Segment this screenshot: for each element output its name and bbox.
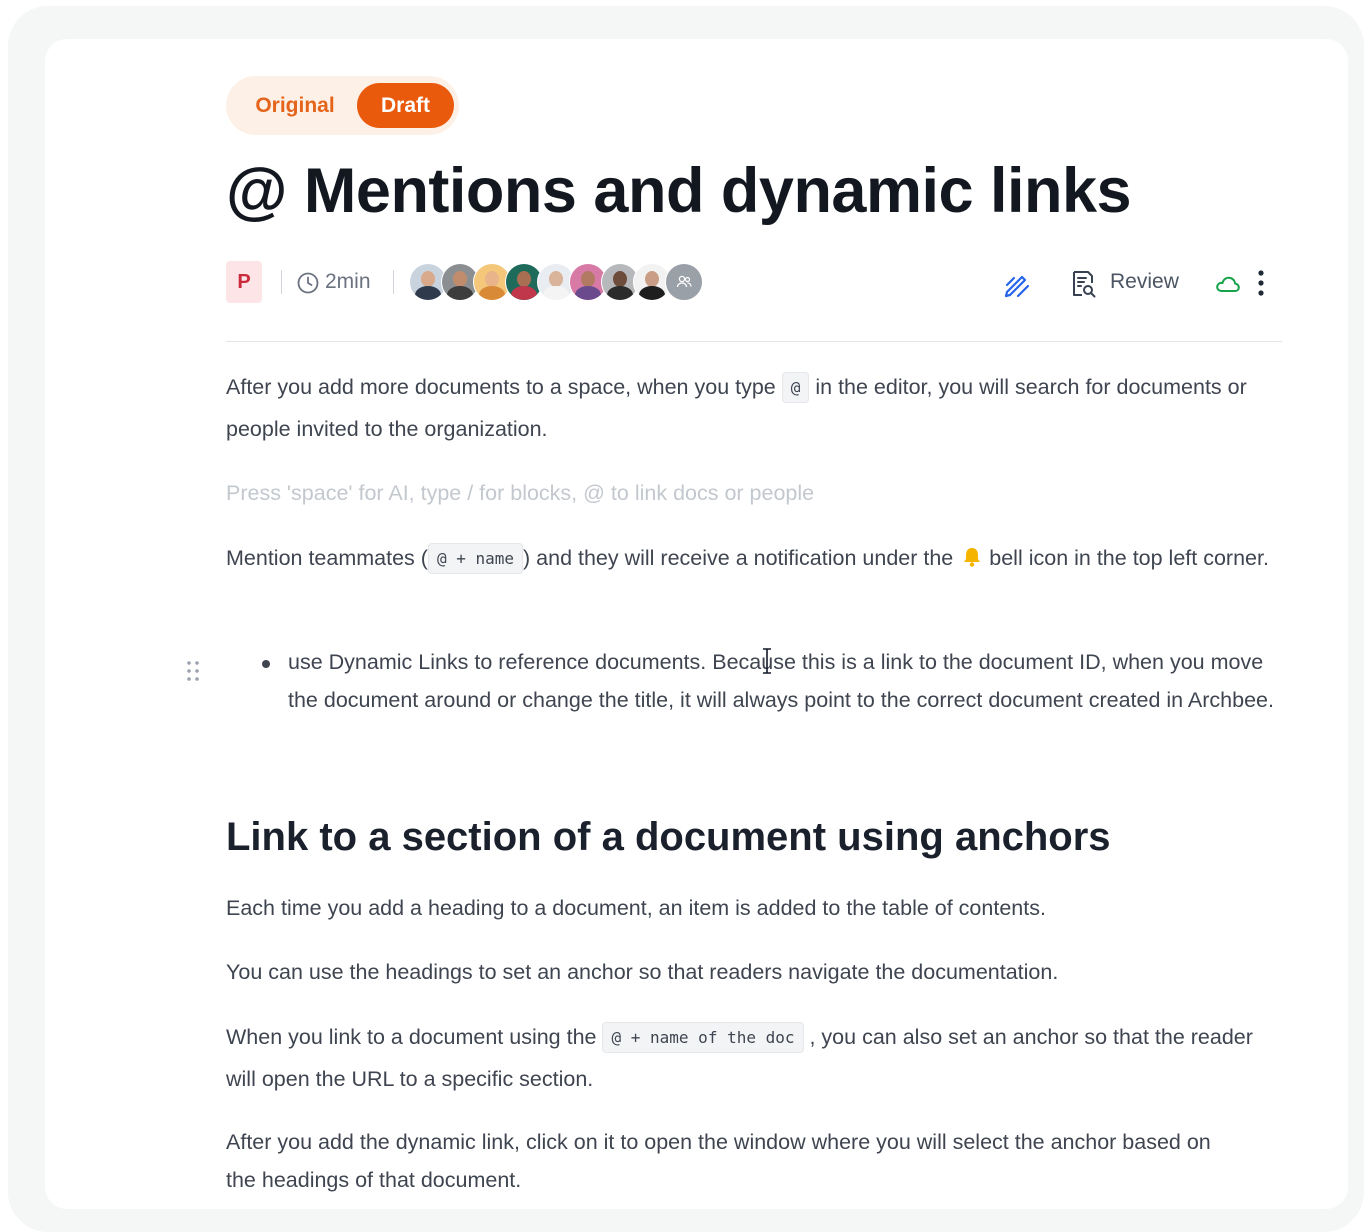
cloud-sync-icon[interactable] — [1215, 274, 1241, 294]
drag-handle-icon[interactable] — [184, 659, 202, 683]
more-contributors-avatar[interactable] — [665, 263, 703, 301]
document-meta-bar: P 2min Review — [226, 261, 1286, 305]
clock-icon — [297, 272, 319, 294]
bullet-item[interactable]: use Dynamic Links to reference documents… — [288, 643, 1288, 719]
more-vertical-icon[interactable] — [1256, 268, 1266, 298]
author-badge[interactable]: P — [226, 261, 262, 303]
body-paragraph[interactable]: Each time you add a heading to a documen… — [226, 888, 1286, 928]
intro-paragraph[interactable]: After you add more documents to a space,… — [226, 367, 1286, 449]
read-time: 2min — [325, 270, 371, 293]
meta-divider — [393, 270, 394, 294]
meta-divider — [281, 270, 282, 294]
body-paragraph[interactable]: After you add the dynamic link, click on… — [226, 1123, 1246, 1199]
inline-code: @ + name of the doc — [602, 1022, 804, 1053]
page-title[interactable]: @ Mentions and dynamic links — [226, 151, 1132, 231]
inline-code: @ + name — [427, 543, 524, 574]
inline-code: @ — [781, 372, 810, 403]
review-doc-icon[interactable] — [1071, 270, 1097, 298]
meta-divider-line — [226, 341, 1282, 342]
document-card: Original Draft @ Mentions and dynamic li… — [45, 39, 1348, 1209]
users-icon — [676, 275, 692, 288]
edit-pen-icon[interactable] — [1001, 269, 1031, 299]
section-heading[interactable]: Link to a section of a document using an… — [226, 809, 1111, 865]
anchor-paragraph[interactable]: When you link to a document using the @ … — [226, 1017, 1286, 1099]
draft-tab[interactable]: Draft — [357, 83, 454, 128]
bell-icon — [964, 548, 981, 567]
editor-placeholder[interactable]: Press 'space' for AI, type / for blocks,… — [226, 473, 1286, 513]
text-cursor-icon — [763, 648, 771, 674]
app-frame: Original Draft @ Mentions and dynamic li… — [8, 6, 1364, 1232]
bullet-marker — [262, 660, 270, 668]
body-paragraph[interactable]: You can use the headings to set an ancho… — [226, 952, 1286, 992]
original-tab[interactable]: Original — [236, 83, 354, 128]
mention-paragraph[interactable]: Mention teammates (@ + name) and they wi… — [226, 538, 1286, 580]
version-toggle: Original Draft — [226, 76, 459, 135]
document-actions: Review — [986, 261, 1286, 305]
review-button[interactable]: Review — [1110, 270, 1179, 294]
